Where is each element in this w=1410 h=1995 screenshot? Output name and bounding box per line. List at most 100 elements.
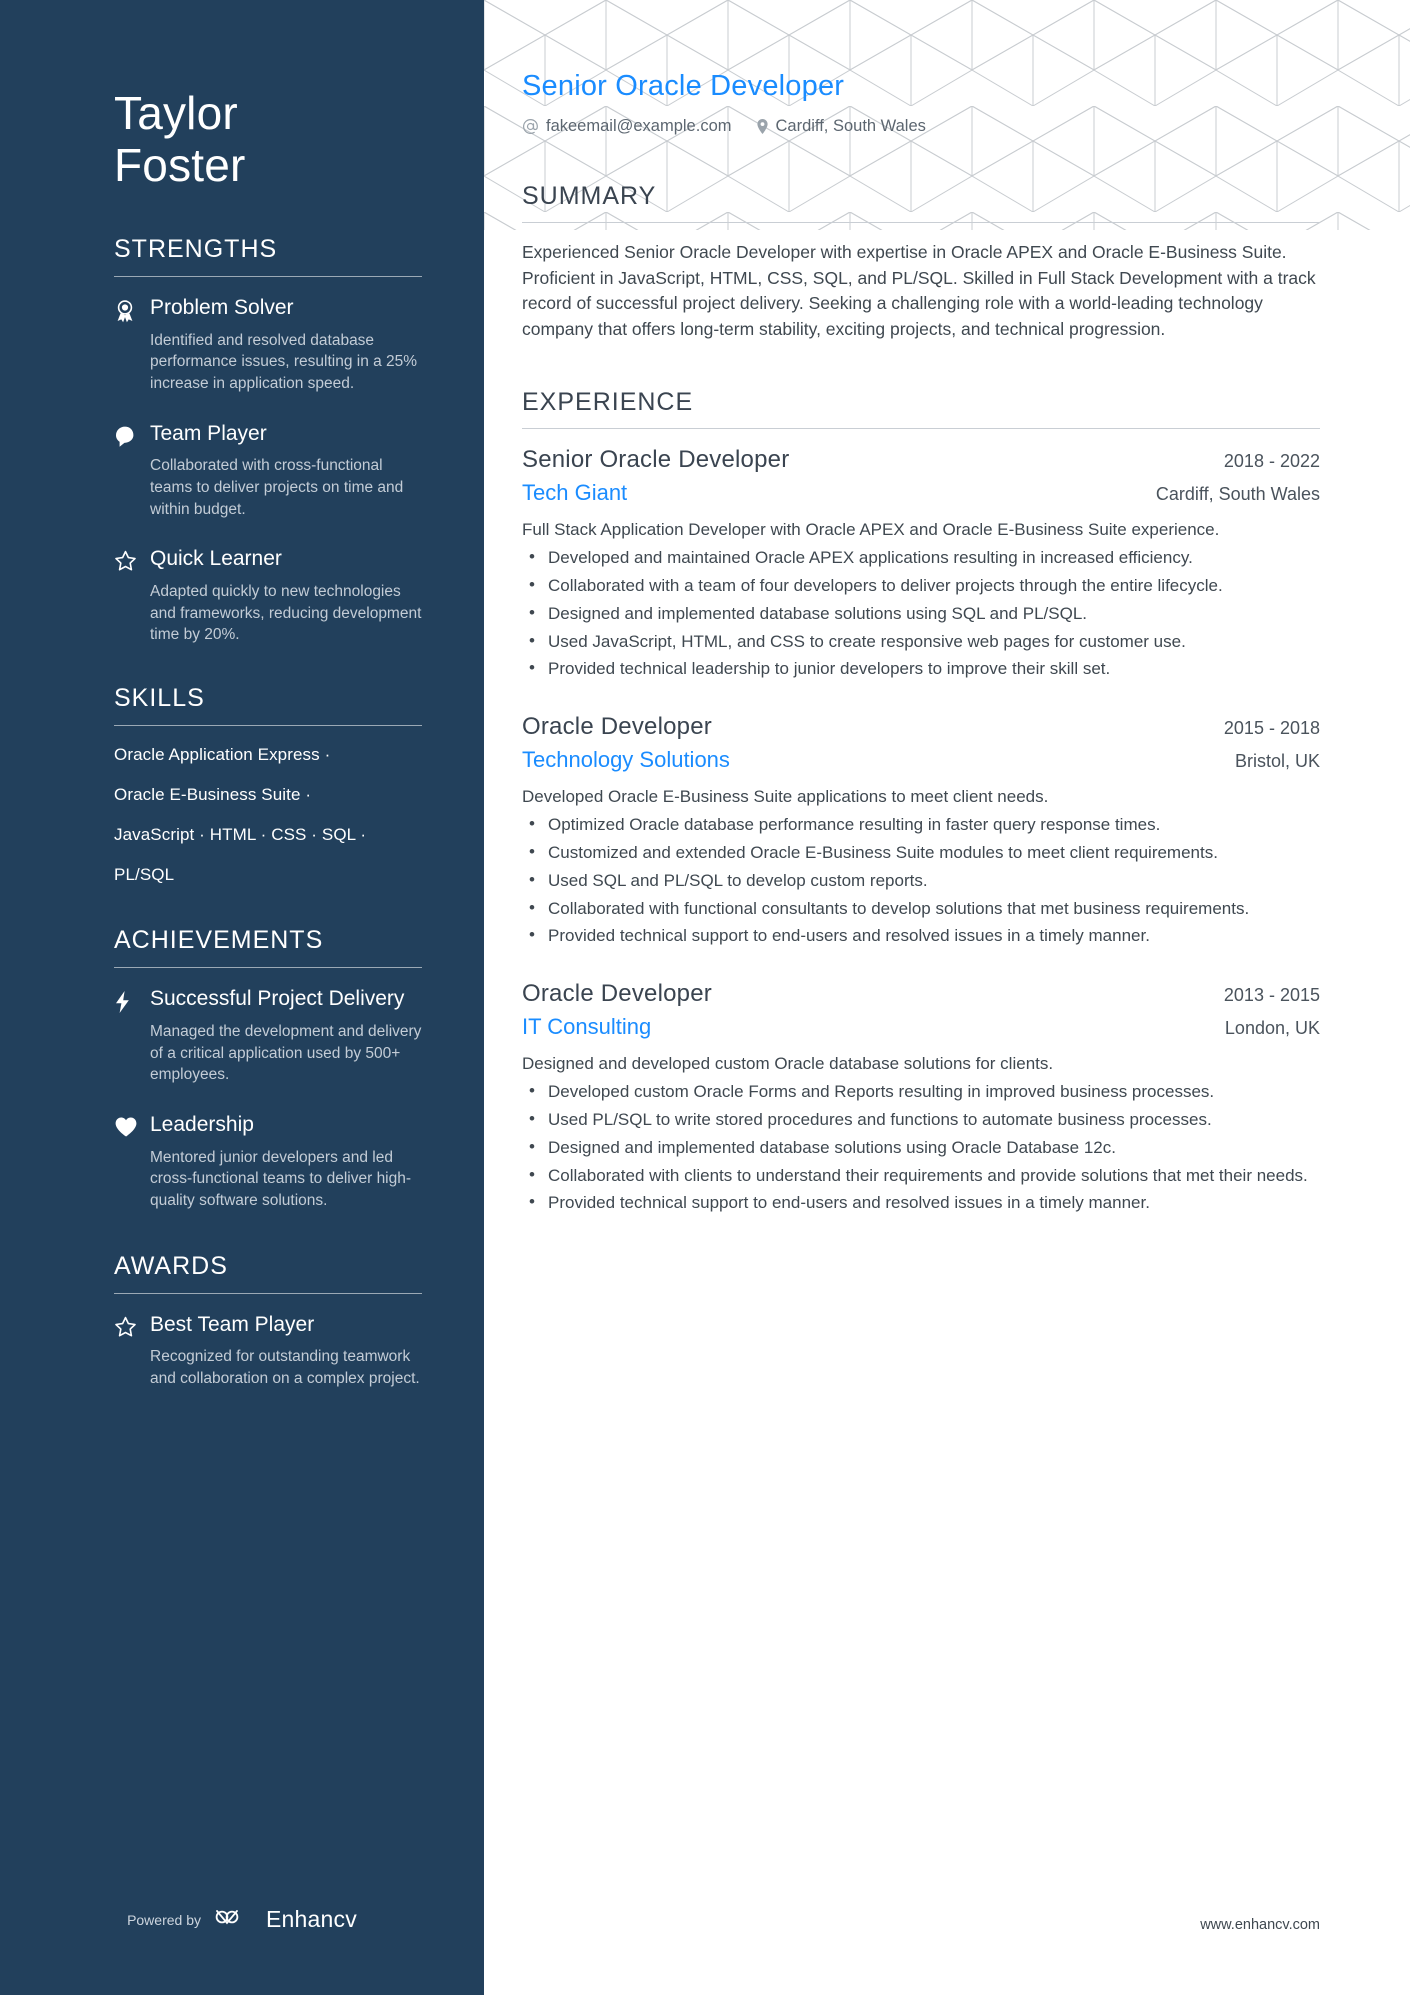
achievement-title: Successful Project Delivery <box>150 987 405 1011</box>
job-bullet: Used JavaScript, HTML, and CSS to create… <box>522 630 1320 654</box>
skills-section: SKILLS Oracle Application Express · Orac… <box>114 684 422 886</box>
job-bullet: Provided technical leadership to junior … <box>522 657 1320 681</box>
summary-divider <box>522 222 1320 223</box>
summary-text: Experienced Senior Oracle Developer with… <box>522 242 1316 339</box>
head-profile-icon <box>114 421 144 450</box>
main-content: Senior Oracle Developer fakeemail@exampl… <box>484 0 1410 1995</box>
strengths-heading: STRENGTHS <box>114 235 278 264</box>
strength-title: Problem Solver <box>150 296 294 320</box>
job-bullet: Provided technical support to end-users … <box>522 924 1320 948</box>
contact-location: Cardiff, South Wales <box>756 117 926 136</box>
heart-filled-icon <box>114 1112 144 1141</box>
sidebar-footer: Powered by Enhancv <box>0 1906 484 1933</box>
job-bullet-list: Optimized Oracle database performance re… <box>522 813 1320 948</box>
job-bullet: Customized and extended Oracle E-Busines… <box>522 841 1320 865</box>
achievement-description: Mentored junior developers and led cross… <box>150 1148 412 1210</box>
candidate-name: Taylor Foster <box>114 87 422 191</box>
award-item: Best Team Player <box>114 1312 422 1341</box>
job-bullet: Collaborated with clients to understand … <box>522 1164 1320 1188</box>
experience-entry: Oracle Developer 2013 - 2015 IT Consulti… <box>522 980 1320 1215</box>
summary-heading: SUMMARY <box>522 182 657 210</box>
job-bullet: Optimized Oracle database performance re… <box>522 813 1320 837</box>
job-bullet: Used PL/SQL to write stored procedures a… <box>522 1108 1320 1132</box>
job-position: Oracle Developer <box>522 980 712 1008</box>
page-title: Senior Oracle Developer <box>522 70 845 102</box>
strength-item: Quick Learner <box>114 546 422 575</box>
star-outline-icon <box>114 546 144 575</box>
job-bullet: Collaborated with a team of four develop… <box>522 574 1320 598</box>
job-bullet: Designed and implemented database soluti… <box>522 1136 1320 1160</box>
skills-heading: SKILLS <box>114 684 205 713</box>
star-outline-icon <box>114 1312 144 1341</box>
job-summary: Designed and developed custom Oracle dat… <box>522 1054 1054 1074</box>
experience-section: EXPERIENCE Senior Oracle Developer 2018 … <box>522 388 1320 1215</box>
sidebar: Taylor Foster STRENGTHS Problem Solver I… <box>0 0 484 1995</box>
powered-by-label: Powered by <box>127 1911 201 1928</box>
awards-section: AWARDS Best Team Player Recognized for o… <box>114 1252 422 1390</box>
achievement-item: Leadership <box>114 1112 422 1141</box>
enhancv-wordmark: Enhancv <box>266 1906 357 1932</box>
job-position: Oracle Developer <box>522 713 712 741</box>
strengths-divider <box>114 276 422 278</box>
experience-heading: EXPERIENCE <box>522 388 694 417</box>
award-ribbon-icon <box>114 295 144 324</box>
job-dates: 2013 - 2015 <box>1223 985 1320 1006</box>
job-company: Technology Solutions <box>522 747 730 773</box>
awards-divider <box>114 1292 422 1294</box>
enhancv-mark-icon <box>215 1906 257 1933</box>
summary-section: SUMMARY Experienced Senior Oracle Develo… <box>522 182 1320 342</box>
skill-line: PL/SQL <box>114 865 175 885</box>
strength-description: Identified and resolved database perform… <box>150 331 418 393</box>
job-bullet: Developed custom Oracle Forms and Report… <box>522 1080 1320 1104</box>
job-summary: Full Stack Application Developer with Or… <box>522 520 1220 540</box>
award-title: Best Team Player <box>150 1312 315 1336</box>
strength-title: Quick Learner <box>150 547 282 571</box>
experience-entry: Senior Oracle Developer 2018 - 2022 Tech… <box>522 446 1320 681</box>
strength-description: Collaborated with cross-functional teams… <box>150 457 404 518</box>
job-position: Senior Oracle Developer <box>522 446 790 474</box>
job-bullet: Developed and maintained Oracle APEX app… <box>522 546 1320 570</box>
contact-email[interactable]: fakeemail@example.com <box>522 117 732 136</box>
job-location: London, UK <box>1224 1018 1320 1039</box>
job-dates: 2018 - 2022 <box>1223 451 1320 472</box>
strength-title: Team Player <box>150 421 267 445</box>
strength-description: Adapted quickly to new technologies and … <box>150 582 422 644</box>
contact-location-text: Cardiff, South Wales <box>775 117 926 135</box>
award-description: Recognized for outstanding teamwork and … <box>150 1348 420 1388</box>
at-sign-icon <box>522 118 539 135</box>
job-bullet-list: Developed custom Oracle Forms and Report… <box>522 1080 1320 1215</box>
skill-line: Oracle Application Express · <box>114 745 331 765</box>
achievement-title: Leadership <box>150 1113 254 1137</box>
contact-row: fakeemail@example.com Cardiff, South Wal… <box>522 117 1320 136</box>
job-summary: Developed Oracle E-Business Suite applic… <box>522 787 1049 807</box>
experience-entry: Oracle Developer 2015 - 2018 Technology … <box>522 713 1320 948</box>
job-location: Cardiff, South Wales <box>1155 484 1320 505</box>
achievements-heading: ACHIEVEMENTS <box>114 926 324 955</box>
job-bullet-list: Developed and maintained Oracle APEX app… <box>522 546 1320 681</box>
job-bullet: Used SQL and PL/SQL to develop custom re… <box>522 869 1320 893</box>
job-company: IT Consulting <box>522 1014 652 1040</box>
job-dates: 2015 - 2018 <box>1223 718 1320 739</box>
candidate-last-name: Foster <box>114 138 246 191</box>
skills-divider <box>114 725 422 727</box>
contact-email-text: fakeemail@example.com <box>546 117 732 135</box>
job-bullet: Provided technical support to end-users … <box>522 1191 1320 1215</box>
awards-heading: AWARDS <box>114 1251 228 1280</box>
website-url[interactable]: www.enhancv.com <box>1200 1917 1320 1933</box>
skill-line: JavaScript · HTML · CSS · SQL · <box>114 825 367 845</box>
job-location: Bristol, UK <box>1234 751 1320 772</box>
achievement-description: Managed the development and delivery of … <box>150 1023 422 1084</box>
enhancv-logo: Enhancv <box>215 1906 357 1933</box>
strengths-section: STRENGTHS Problem Solver Identified and … <box>114 235 422 646</box>
strength-item: Problem Solver <box>114 295 422 324</box>
experience-divider <box>522 428 1320 430</box>
strength-item: Team Player <box>114 421 422 450</box>
resume-page: Taylor Foster STRENGTHS Problem Solver I… <box>0 0 1410 1995</box>
job-bullet: Collaborated with functional consultants… <box>522 897 1320 921</box>
job-bullet: Designed and implemented database soluti… <box>522 602 1320 626</box>
job-company: Tech Giant <box>522 480 628 506</box>
achievements-section: ACHIEVEMENTS Successful Project Delivery… <box>114 926 422 1211</box>
map-pin-icon <box>756 118 769 135</box>
lightning-bolt-icon <box>114 986 144 1015</box>
achievements-divider <box>114 967 422 969</box>
